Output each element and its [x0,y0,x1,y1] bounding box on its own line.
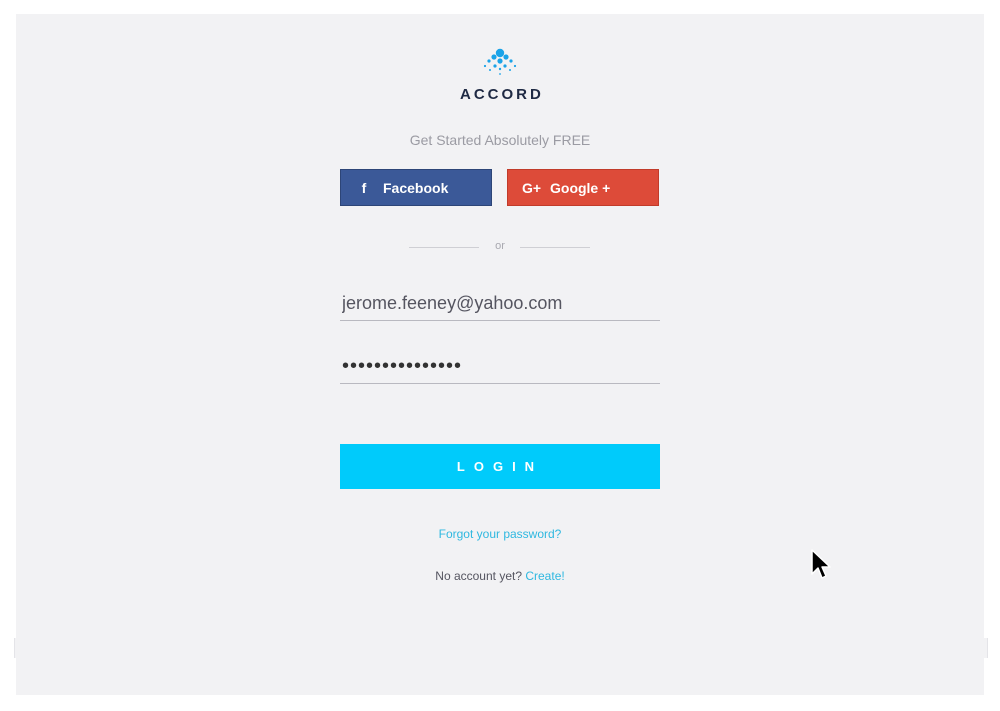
email-field[interactable] [340,287,660,321]
tagline: Get Started Absolutely FREE [409,132,591,148]
google-plus-label: Google + [550,180,611,196]
divider-right [520,247,590,248]
google-plus-login-button[interactable]: G+ Google + [507,169,659,206]
or-divider-text: or [495,240,505,252]
password-field[interactable] [340,350,660,384]
facebook-label: Facebook [383,180,449,196]
divider-left [409,247,479,248]
panel-ledge [14,638,988,658]
facebook-login-button[interactable]: f Facebook [340,169,492,206]
no-account-text: No account yet? Create! [300,569,700,583]
forgot-password-link[interactable]: Forgot your password? [300,527,700,541]
no-account-label: No account yet? [435,569,522,583]
create-account-link[interactable]: Create! [525,569,564,583]
login-button[interactable]: LOGIN [340,444,660,489]
facebook-icon: f [361,180,367,196]
brand-logo: ACCORD [460,48,544,108]
brand-name: ACCORD [460,86,544,103]
google-plus-icon: G+ [522,180,542,196]
dot-cluster-logo-icon [483,48,517,75]
mouse-pointer-icon [811,549,831,579]
